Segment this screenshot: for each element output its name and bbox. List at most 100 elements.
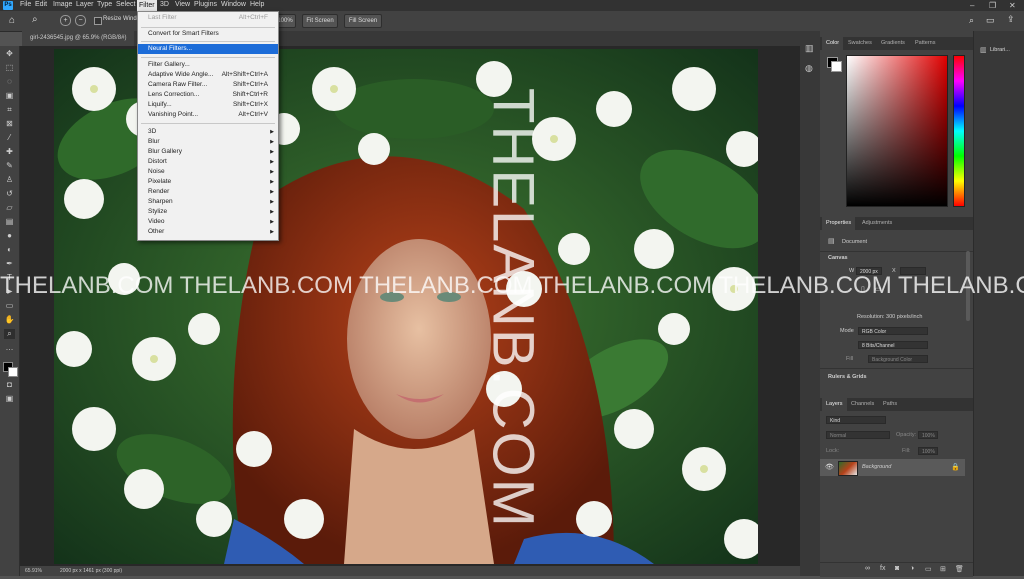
- menu-item-video[interactable]: Video ▶: [138, 217, 278, 227]
- document-size-readout[interactable]: 2000 px x 1461 px (300 ppi): [60, 568, 122, 574]
- eye-visibility-icon[interactable]: 👁: [825, 463, 834, 471]
- libraries-icon[interactable]: ▥: [980, 46, 987, 54]
- tab-patterns[interactable]: Patterns: [915, 37, 935, 50]
- background-color-swatch[interactable]: [8, 367, 18, 377]
- tab-gradients[interactable]: Gradients: [881, 37, 905, 50]
- layer-fill-field[interactable]: 100%: [918, 447, 938, 455]
- menu-item-pixelate[interactable]: Pixelate ▶: [138, 177, 278, 187]
- move-tool-icon[interactable]: ✥: [4, 49, 15, 59]
- restore-icon[interactable]: ❐: [989, 1, 996, 10]
- menu-item-liquify[interactable]: Liquify... Shift+Ctrl+X: [138, 100, 278, 110]
- clone-stamp-tool-icon[interactable]: ♙: [4, 175, 15, 185]
- lasso-tool-icon[interactable]: ◌: [4, 77, 15, 87]
- fill-screen-button[interactable]: Fill Screen: [344, 14, 382, 28]
- hue-slider[interactable]: [953, 55, 965, 207]
- menu-item-convert-smart-filters[interactable]: Convert for Smart Filters: [138, 29, 278, 39]
- menu-item-stylize[interactable]: Stylize ▶: [138, 207, 278, 217]
- menu-item-render[interactable]: Render ▶: [138, 187, 278, 197]
- tab-paths[interactable]: Paths: [883, 398, 897, 411]
- menu-item-blur-gallery[interactable]: Blur Gallery ▶: [138, 147, 278, 157]
- search-icon[interactable]: ⌕: [969, 15, 974, 26]
- minimize-icon[interactable]: –: [970, 1, 974, 10]
- document-tab[interactable]: girl-2436545.jpg @ 65.9% (RGB/8#): [22, 31, 135, 46]
- background-color-chip[interactable]: [831, 61, 842, 72]
- link-layers-icon[interactable]: ∞: [865, 565, 870, 572]
- object-select-tool-icon[interactable]: ▣: [4, 91, 15, 101]
- menu-image[interactable]: Image: [51, 1, 74, 8]
- menu-item-distort[interactable]: Distort ▶: [138, 157, 278, 167]
- eyedropper-tool-icon[interactable]: ⁄: [4, 133, 15, 143]
- home-icon[interactable]: ⌂: [9, 15, 15, 26]
- canvas-section-header[interactable]: Canvas: [828, 255, 848, 261]
- tab-adjustments[interactable]: Adjustments: [862, 217, 892, 230]
- healing-brush-tool-icon[interactable]: ✚: [4, 147, 15, 157]
- menu-window[interactable]: Window: [219, 1, 248, 8]
- menu-item-adaptive-wide-angle[interactable]: Adaptive Wide Angle... Alt+Shift+Ctrl+A: [138, 70, 278, 80]
- frame-tool-icon[interactable]: ⊠: [4, 119, 15, 129]
- zoom-out-icon[interactable]: −: [75, 15, 86, 26]
- menu-item-other[interactable]: Other ▶: [138, 227, 278, 237]
- menu-view[interactable]: View: [173, 1, 192, 8]
- tab-color[interactable]: Color: [822, 37, 844, 50]
- libraries-label[interactable]: Librari...: [990, 47, 1010, 53]
- add-mask-icon[interactable]: ◙: [895, 565, 899, 572]
- workspace-icon[interactable]: ▭: [986, 15, 995, 26]
- more-tools-icon[interactable]: …: [4, 343, 15, 353]
- share-icon[interactable]: ⇪: [1007, 14, 1015, 25]
- bit-depth-select[interactable]: 8 Bits/Channel: [858, 341, 928, 349]
- menu-help[interactable]: Help: [248, 1, 266, 8]
- history-panel-icon[interactable]: ▥: [805, 43, 814, 54]
- screen-mode-icon[interactable]: ▣: [4, 394, 15, 404]
- rulers-grids-section-header[interactable]: Rulers & Grids: [828, 374, 867, 380]
- adjustment-layer-icon[interactable]: ◑: [910, 565, 914, 572]
- fit-screen-button[interactable]: Fit Screen: [302, 14, 338, 28]
- close-icon[interactable]: ✕: [1009, 1, 1016, 10]
- blur-tool-icon[interactable]: ●: [4, 231, 15, 241]
- brush-tool-icon[interactable]: ✎: [4, 161, 15, 171]
- layer-row-background[interactable]: 👁 Background 🔒: [820, 459, 965, 476]
- gradient-tool-icon[interactable]: ▤: [4, 217, 15, 227]
- color-field[interactable]: [846, 55, 948, 207]
- shape-tool-icon[interactable]: ▭: [4, 301, 15, 311]
- menu-item-filter-gallery[interactable]: Filter Gallery...: [138, 60, 278, 70]
- zoom-level-readout[interactable]: 65.91%: [25, 568, 42, 574]
- menu-item-last-filter[interactable]: Last Filter Alt+Ctrl+F: [138, 13, 278, 23]
- menu-edit[interactable]: Edit: [33, 1, 49, 8]
- menu-plugins[interactable]: Plugins: [192, 1, 219, 8]
- menu-3d[interactable]: 3D: [158, 1, 171, 8]
- background-fill-select[interactable]: Background Color: [868, 355, 928, 363]
- resize-windows-checkbox[interactable]: [94, 17, 102, 25]
- dodge-tool-icon[interactable]: ◐: [4, 245, 15, 255]
- marquee-tool-icon[interactable]: ⬚: [4, 63, 15, 73]
- history-brush-tool-icon[interactable]: ↺: [4, 189, 15, 199]
- menu-type[interactable]: Type: [95, 1, 114, 8]
- new-group-icon[interactable]: ▭: [925, 565, 932, 573]
- layer-kind-filter[interactable]: Kind: [826, 416, 886, 424]
- menu-item-sharpen[interactable]: Sharpen ▶: [138, 197, 278, 207]
- menu-item-vanishing-point[interactable]: Vanishing Point... Alt+Ctrl+V: [138, 110, 278, 120]
- menu-select[interactable]: Select: [114, 1, 137, 8]
- crop-tool-icon[interactable]: ⌗: [4, 105, 15, 115]
- tab-layers[interactable]: Layers: [822, 398, 847, 411]
- menu-item-noise[interactable]: Noise ▶: [138, 167, 278, 177]
- zoom-tool-icon[interactable]: ⌕: [4, 329, 15, 339]
- pen-tool-icon[interactable]: ✒: [4, 259, 15, 269]
- menu-item-lens-correction[interactable]: Lens Correction... Shift+Ctrl+R: [138, 90, 278, 100]
- menu-file[interactable]: File: [18, 1, 33, 8]
- menu-item-blur[interactable]: Blur ▶: [138, 137, 278, 147]
- opacity-field[interactable]: 100%: [918, 431, 938, 439]
- zoom-in-icon[interactable]: +: [60, 15, 71, 26]
- tab-swatches[interactable]: Swatches: [848, 37, 872, 50]
- hand-tool-icon[interactable]: ✋: [4, 315, 15, 325]
- menu-item-camera-raw-filter[interactable]: Camera Raw Filter... Shift+Ctrl+A: [138, 80, 278, 90]
- tab-properties[interactable]: Properties: [822, 217, 856, 230]
- menu-item-3d[interactable]: 3D ▶: [138, 127, 278, 137]
- blend-mode-select[interactable]: Normal: [826, 431, 890, 439]
- delete-layer-icon[interactable]: 🗑: [955, 565, 964, 573]
- layer-style-icon[interactable]: fx: [880, 565, 885, 572]
- brush-settings-icon[interactable]: ◍: [805, 63, 813, 74]
- quick-mask-icon[interactable]: ◘: [4, 380, 15, 390]
- zoom-tool-icon[interactable]: ⌕: [32, 14, 38, 25]
- color-mode-select[interactable]: RGB Color: [858, 327, 928, 335]
- menu-filter[interactable]: Filter: [137, 0, 157, 11]
